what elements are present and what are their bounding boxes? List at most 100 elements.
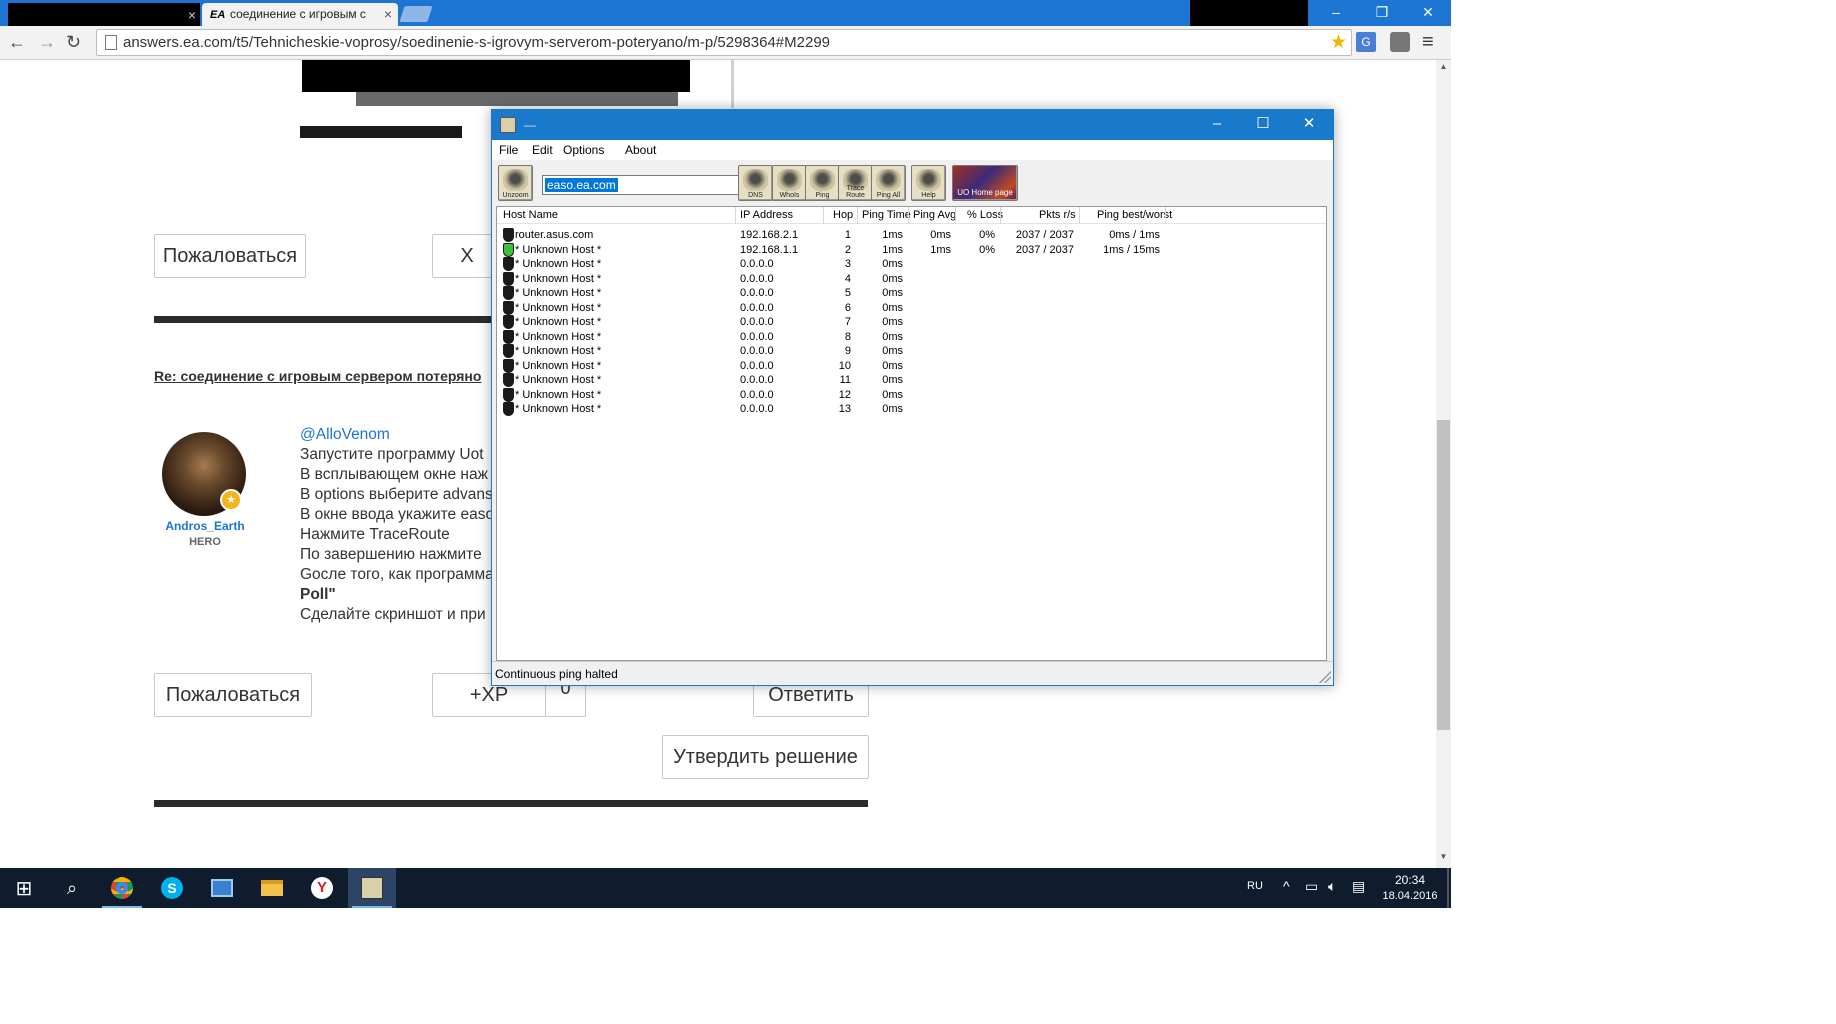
cell-ping-time: 0ms [882, 388, 903, 401]
cell-ip: 0.0.0.0 [740, 374, 774, 386]
unzoom-button[interactable]: Unzoom [498, 165, 533, 201]
scroll-up-icon[interactable]: ▲ [1436, 62, 1451, 71]
language-indicator[interactable]: RU [1247, 880, 1263, 892]
menu-options[interactable]: Options [563, 143, 604, 157]
host-combobox[interactable]: easo.ea.com ▼ [542, 175, 771, 195]
start-button[interactable]: ⊞ [0, 868, 48, 908]
help-button[interactable]: Help [911, 165, 946, 201]
restore-icon[interactable]: ❐ [1359, 0, 1405, 26]
accept-solution-button[interactable]: Утвердить решение [662, 735, 869, 779]
menu-about[interactable]: About [625, 143, 656, 157]
report-button-top[interactable]: Пожаловаться [154, 234, 306, 278]
dns-icon [743, 169, 768, 191]
control-panel-icon [211, 879, 233, 897]
menu-edit[interactable]: Edit [532, 143, 553, 157]
tray-chevron-icon[interactable]: ^ [1283, 878, 1290, 894]
post-line: В окне ввода укажите easo [300, 506, 495, 523]
help-icon [916, 169, 941, 191]
scrollbar-thumb[interactable] [1437, 420, 1450, 730]
taskbar-control-panel[interactable] [198, 868, 246, 908]
reload-icon[interactable]: ↻ [66, 32, 81, 53]
chrome-icon [111, 877, 133, 899]
notifications-icon[interactable]: ▤ [1352, 878, 1365, 895]
hero-badge-icon: ★ [220, 489, 242, 511]
browser-tab-strip: × EA соединение с игровым с × – ❐ ✕ [0, 0, 1451, 26]
tab-close-icon[interactable]: × [384, 6, 392, 22]
table-row[interactable]: * Unknown Host * 0.0.0.0 13 0ms [497, 401, 1326, 418]
close-icon[interactable]: ✕ [1405, 0, 1451, 26]
cell-ping-avg: 1ms [930, 243, 951, 256]
translate-icon[interactable]: G [1356, 32, 1376, 52]
cell-ping-time: 0ms [882, 359, 903, 372]
minimize-icon[interactable]: – [1194, 110, 1240, 140]
host-status-icon [503, 344, 514, 358]
cell-ip: 0.0.0.0 [740, 272, 774, 285]
column-ip-address[interactable]: IP Address [740, 209, 793, 221]
winmtr-app-icon[interactable] [500, 117, 516, 133]
report-button[interactable]: Пожаловаться [154, 673, 312, 717]
network-icon[interactable]: ▭ [1305, 878, 1318, 895]
back-arrow-icon[interactable]: ← [8, 32, 26, 53]
cell-ip: 0.0.0.0 [740, 345, 774, 357]
clock-time[interactable]: 20:34 [1380, 873, 1440, 887]
cell-ip: 0.0.0.0 [740, 258, 774, 270]
taskbar-yandex[interactable]: Y [298, 868, 346, 908]
column-pkts[interactable]: Pkts r/s [1039, 209, 1076, 221]
column-ping-best-worst[interactable]: Ping best/worst [1097, 209, 1172, 221]
extension-icon[interactable] [1390, 32, 1410, 52]
ping-button[interactable]: Ping [805, 165, 840, 201]
cell-hop: 9 [844, 345, 851, 357]
unzoom-icon [503, 169, 528, 191]
status-text: Continuous ping halted [495, 667, 618, 681]
winmtr-icon [361, 877, 383, 899]
host-input[interactable]: easo.ea.com [545, 178, 618, 192]
cell-hop: 5 [844, 287, 851, 299]
close-icon[interactable]: ✕ [1286, 110, 1332, 140]
tab-close-icon[interactable]: × [188, 7, 196, 23]
homepage-button[interactable]: UO Home page [952, 165, 1018, 201]
column-hop[interactable]: Hop [833, 209, 853, 221]
host-status-icon [503, 228, 514, 242]
column-ping-time[interactable]: Ping Time [862, 209, 911, 221]
trace-route-button[interactable]: Trace Route [838, 165, 873, 201]
search-button[interactable]: ⌕ [48, 868, 96, 908]
reply-title-link[interactable]: Re: соединение с игровым сервером потеря… [154, 368, 481, 384]
resize-grip-icon[interactable] [1319, 671, 1331, 683]
taskbar-explorer[interactable] [248, 868, 296, 908]
whois-button[interactable]: WhoIs [772, 165, 807, 201]
volume-icon[interactable]: 🔈︎ [1328, 878, 1336, 895]
column-loss[interactable]: % Loss [967, 209, 1003, 221]
address-bar[interactable]: answers.ea.com/t5/Tehnicheskie-voprosy/s… [96, 29, 1352, 56]
show-desktop-button[interactable] [1447, 868, 1449, 908]
chrome-menu-icon[interactable]: ≡ [1422, 32, 1442, 52]
minimize-icon[interactable]: – [1313, 0, 1359, 26]
new-tab-button[interactable] [399, 6, 433, 22]
cell-loss: 0% [979, 243, 995, 256]
menu-file[interactable]: File [499, 143, 518, 157]
cell-ping-time: 0ms [882, 316, 903, 328]
clock-date[interactable]: 18.04.2016 [1380, 890, 1440, 902]
cell-host: * Unknown Host * [515, 403, 602, 415]
cell-host: * Unknown Host * [515, 316, 602, 328]
post-line: Запустите программу Uot [300, 446, 484, 463]
forward-arrow-icon[interactable]: → [38, 32, 56, 53]
maximize-icon[interactable]: ☐ [1240, 110, 1286, 140]
url-text[interactable]: answers.ea.com/t5/Tehnicheskie-voprosy/s… [123, 34, 830, 51]
scroll-down-icon[interactable]: ▼ [1436, 852, 1451, 861]
taskbar-skype[interactable]: S [148, 868, 196, 908]
browser-tab-redacted[interactable]: × [8, 3, 200, 26]
post-mention[interactable]: @AlloVenom [300, 426, 390, 444]
dns-button[interactable]: DNS [738, 165, 773, 201]
host-status-icon [503, 358, 514, 373]
column-host-name[interactable]: Host Name [503, 209, 558, 221]
browser-tab-active[interactable]: EA соединение с игровым с × [202, 3, 398, 26]
column-ping-avg[interactable]: Ping Avg [913, 209, 956, 221]
bookmark-star-icon[interactable]: ★ [1330, 31, 1347, 54]
taskbar-winmtr[interactable] [348, 868, 396, 908]
ping-all-button[interactable]: Ping All [871, 165, 906, 201]
cell-ping-time: 0ms [882, 301, 903, 314]
winmtr-titlebar[interactable]: — – ☐ ✕ [492, 110, 1333, 140]
author-name-link[interactable]: Andros_Earth [150, 519, 260, 533]
results-table[interactable]: Host Name IP Address Hop Ping Time Ping … [496, 206, 1327, 661]
taskbar-chrome[interactable] [98, 868, 146, 908]
